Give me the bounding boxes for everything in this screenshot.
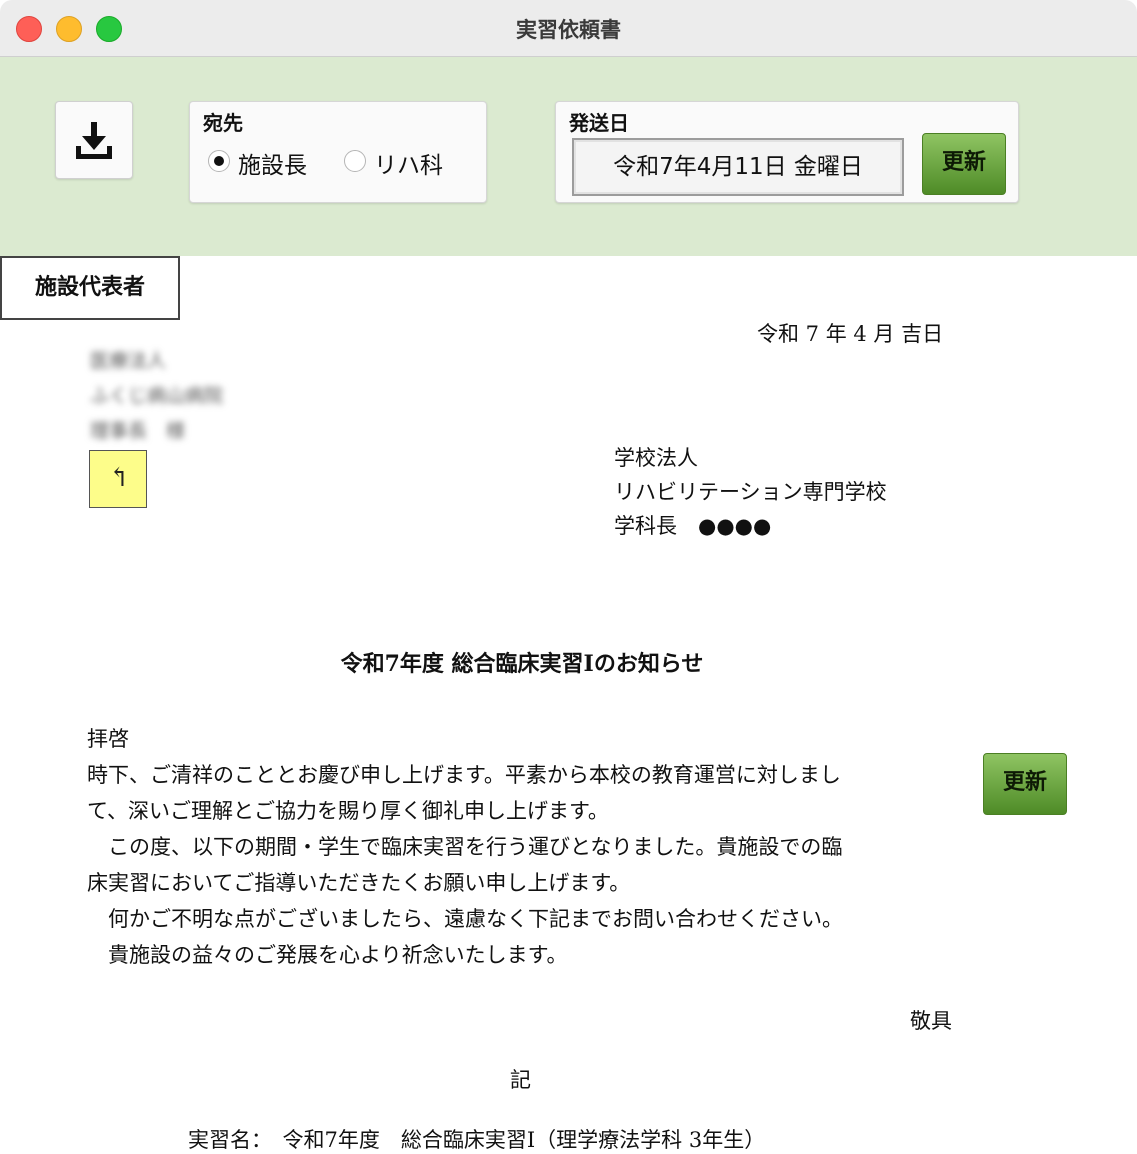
send-date-field[interactable]: 令和7年4月11日 金曜日 — [572, 138, 904, 196]
return-button[interactable]: ↰ — [89, 450, 147, 508]
body-line: 貴施設の益々のご発展を心より祈念いたします。 — [87, 943, 568, 967]
body-line: て、深いご理解とご協力を賜り厚く御礼申し上げます。 — [87, 799, 609, 823]
download-icon — [76, 122, 112, 159]
send-date-panel: 発送日 令和7年4月11日 金曜日 更新 — [555, 101, 1019, 203]
sender-school: リハビリテーション専門学校 — [614, 480, 887, 504]
recipient-label: 宛先 — [203, 111, 243, 135]
body-line: 床実習においてご指導いただきたくお願い申し上げます。 — [87, 871, 631, 895]
body-line: 何かご不明な点がございましたら、遠慮なく下記までお問い合わせください。 — [87, 907, 843, 931]
sender-corp: 学校法人 — [614, 446, 698, 470]
send-date-label: 発送日 — [569, 111, 629, 135]
return-arrow-icon: ↰ — [108, 463, 130, 493]
body-line: 拝啓 — [87, 727, 129, 751]
tab-facility-representative[interactable]: 施設代表者 — [0, 256, 180, 320]
body-line: この度、以下の期間・学生で臨床実習を行う運びとなりました。貴施設での臨 — [87, 835, 843, 859]
sender-head: 学科長 ●●●● — [614, 514, 772, 538]
practicum-name-line: 実習名： 令和7年度 総合臨床実習Ⅰ（理学療法学科 3年生） — [188, 1128, 766, 1152]
letter-title: 令和7年度 総合臨床実習Ⅰのお知らせ — [340, 651, 704, 677]
letter-date: 令和 7 年 4 月 吉日 — [757, 322, 944, 346]
radio-selected-icon — [208, 150, 230, 172]
update-date-button[interactable]: 更新 — [922, 133, 1006, 195]
recipient-org-blurred: 医療法人 — [90, 350, 167, 372]
update-body-button[interactable]: 更新 — [983, 753, 1067, 815]
recipient-hospital-blurred: ふくじ病山病院 — [90, 385, 224, 407]
radio-label-facility-director: 施設長 — [238, 153, 307, 179]
letter-closing: 敬具 — [910, 1009, 952, 1033]
radio-unselected-icon — [344, 150, 366, 172]
ki-heading: 記 — [510, 1068, 531, 1092]
body-line: 時下、ご清祥のこととお慶び申し上げます。平素から本校の教育運営に対しまし — [87, 763, 841, 787]
download-button[interactable] — [55, 101, 133, 179]
title-bar: 実習依頼書 — [0, 0, 1137, 57]
radio-label-rehab-dept: リハ科 — [374, 153, 443, 179]
window-title: 実習依頼書 — [516, 18, 621, 42]
recipient-panel: 宛先 施設長 リハ科 — [189, 101, 487, 203]
recipient-name-blurred: 理事長 様 — [90, 420, 186, 442]
